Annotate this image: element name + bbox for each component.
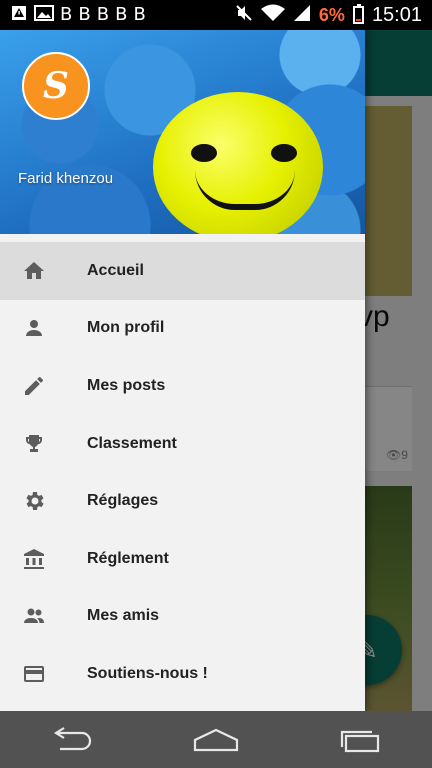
menu-item-label: Mon profil (87, 319, 165, 337)
credit-card-icon (21, 661, 47, 687)
signal-icon (293, 4, 311, 26)
drawer-header: S Farid khenzou (0, 30, 365, 234)
menu-item-classement[interactable]: Classement (0, 415, 365, 473)
alert-icon (10, 4, 28, 26)
recents-button[interactable] (330, 720, 390, 760)
b-notification-icon: B (96, 4, 110, 25)
back-button[interactable] (42, 720, 102, 760)
home-button[interactable] (186, 720, 246, 760)
recents-icon (340, 730, 380, 752)
menu-item-label: Mes posts (87, 376, 166, 394)
menu-item-soutiens-nous[interactable]: Soutiens-nous ! (0, 645, 365, 703)
person-icon (21, 315, 47, 341)
wifi-icon (260, 4, 285, 26)
home-icon (193, 728, 239, 751)
smiley-header-image (153, 92, 323, 234)
svg-text:S: S (43, 65, 69, 107)
home-icon (21, 258, 47, 284)
menu-item-label: Réglages (87, 492, 159, 510)
user-name: Farid khenzou (18, 170, 114, 187)
image-icon (34, 4, 54, 26)
status-bar: B B B B B 6% 15:01 (0, 0, 432, 30)
system-nav-bar (0, 711, 432, 768)
b-notification-icon: B (78, 4, 91, 25)
b-notification-icon: B (60, 4, 73, 25)
group-icon (21, 603, 47, 629)
menu-item-accueil[interactable]: Accueil (0, 242, 365, 300)
menu-item-label: Mes amis (87, 607, 160, 625)
b-notification-icon: B (115, 4, 128, 25)
menu-item-mes-posts[interactable]: Mes posts (0, 357, 365, 415)
bank-icon (21, 546, 47, 572)
trophy-icon (21, 431, 47, 457)
b-notification-icon: B (133, 4, 146, 25)
battery-percentage: 6% (318, 4, 345, 25)
pencil-icon (21, 373, 47, 399)
app-logo[interactable]: S (22, 52, 90, 120)
gear-icon (21, 488, 47, 514)
back-icon (53, 726, 92, 750)
clock: 15:01 (371, 3, 422, 26)
menu-item-reglement[interactable]: Réglement (0, 530, 365, 588)
menu-item-label: Classement (87, 434, 177, 452)
drawer-menu: Accueil Mon profil Mes posts Classement … (0, 242, 365, 703)
menu-item-label: Accueil (87, 261, 144, 279)
menu-item-reglages[interactable]: Réglages (0, 472, 365, 530)
battery-icon (352, 4, 364, 24)
menu-item-mes-amis[interactable]: Mes amis (0, 588, 365, 646)
menu-item-label: Soutiens-nous ! (87, 664, 208, 682)
navigation-drawer: S Farid khenzou Accueil Mon profil Mes p… (0, 30, 365, 711)
mute-icon (235, 4, 253, 26)
menu-item-label: Réglement (87, 549, 169, 567)
menu-item-mon-profil[interactable]: Mon profil (0, 300, 365, 358)
